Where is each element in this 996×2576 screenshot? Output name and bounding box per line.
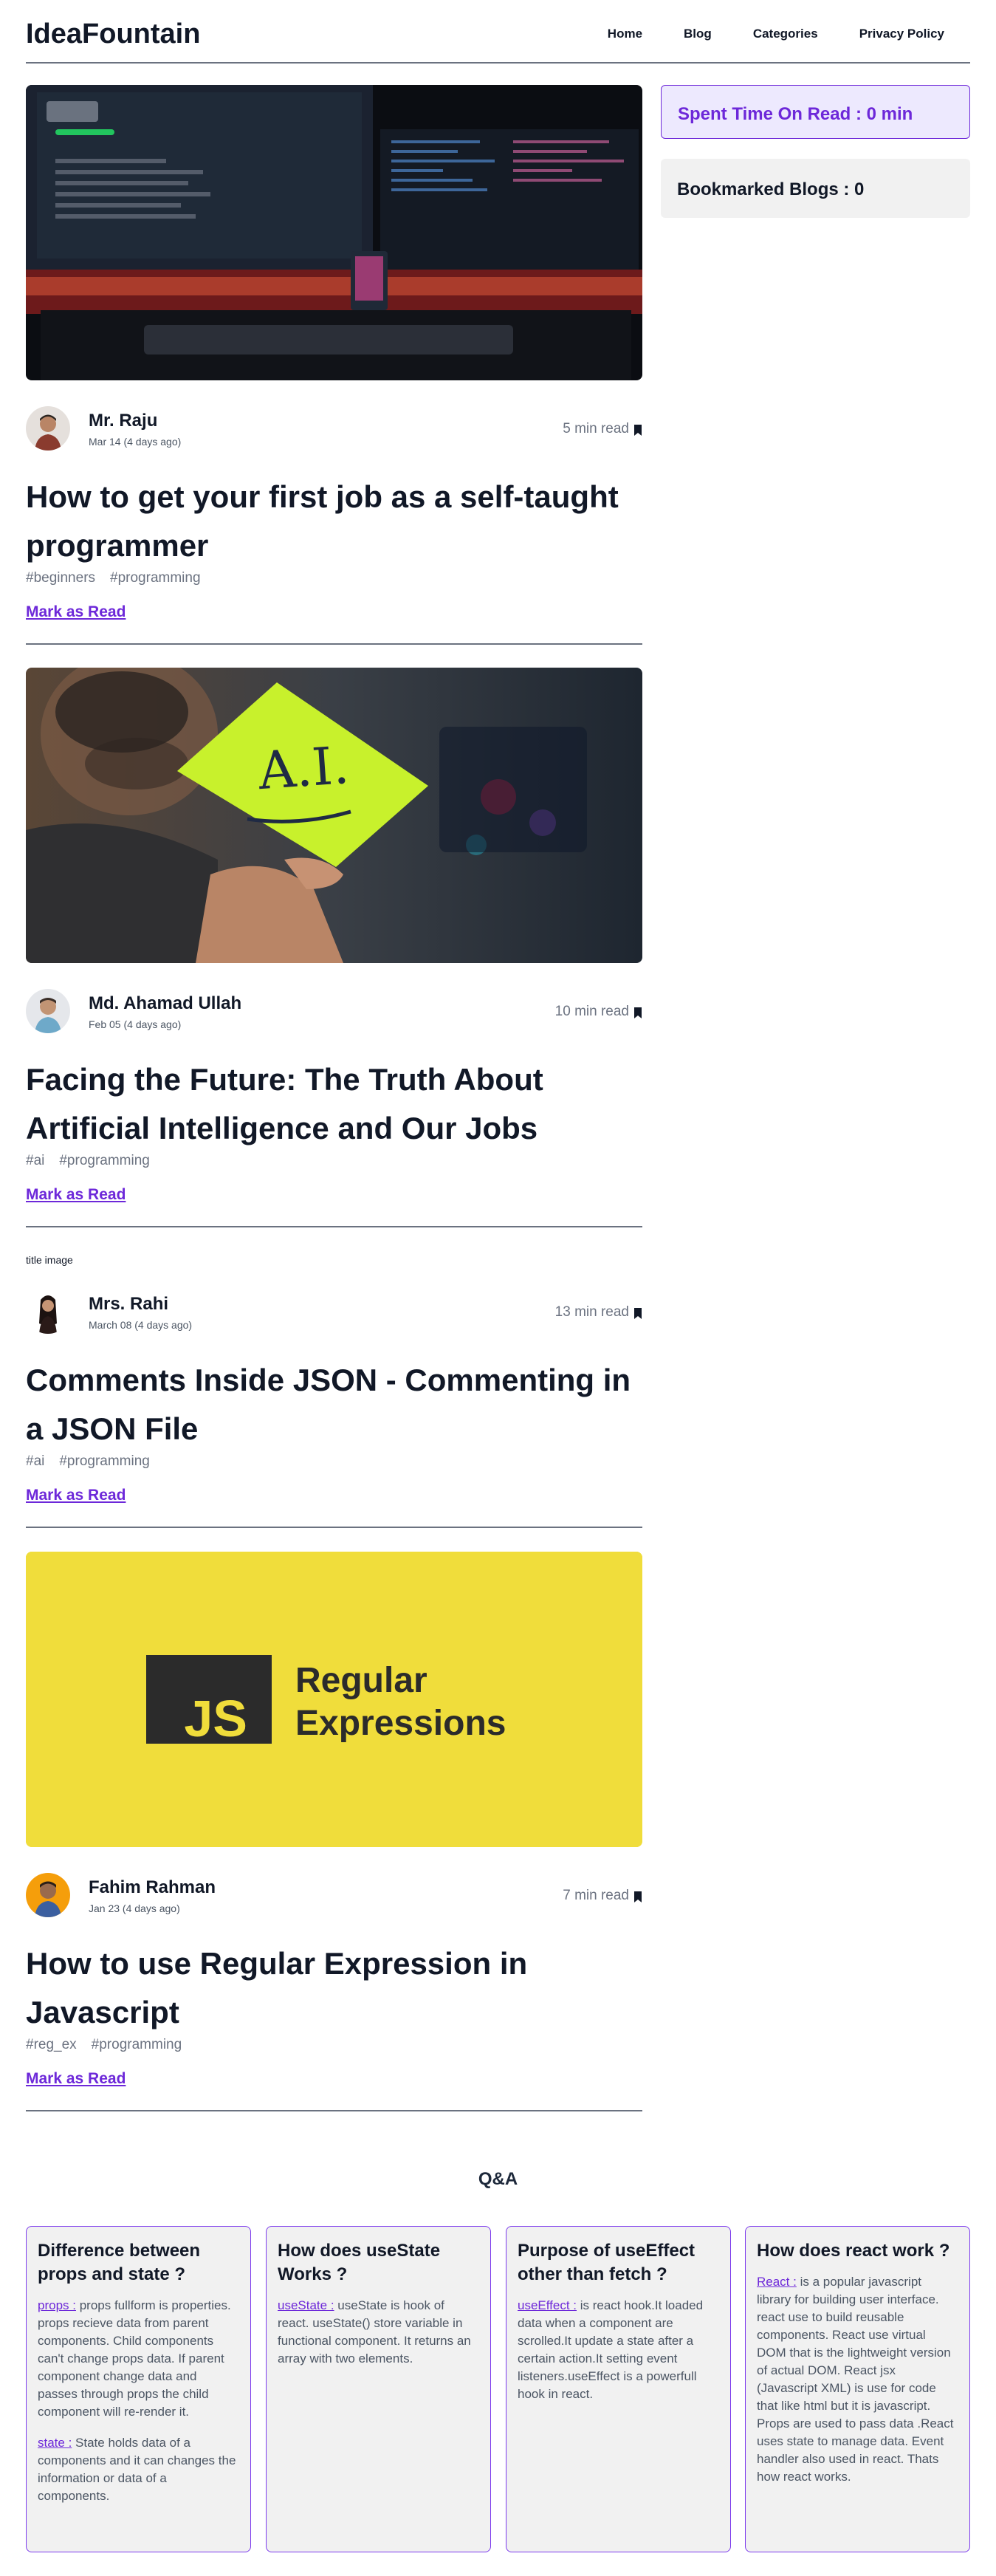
- blog-title[interactable]: How to get your first job as a self-taug…: [26, 473, 642, 570]
- blog-cover-image-alt: title image: [26, 1254, 73, 1266]
- cover-ai-text: A.I.: [255, 735, 351, 801]
- author-avatar: [26, 989, 70, 1033]
- tag[interactable]: #ai: [26, 1153, 44, 1169]
- nav-categories[interactable]: Categories: [753, 27, 818, 41]
- qa-card: How does useState Works ? useState : use…: [266, 2226, 491, 2552]
- qa-term-link[interactable]: useState :: [278, 2298, 334, 2312]
- divider: [26, 1527, 642, 1528]
- bookmark-icon[interactable]: [633, 1891, 642, 1902]
- blog-title[interactable]: How to use Regular Expression in Javascr…: [26, 1939, 642, 2037]
- cover-js-badge: JS: [184, 1690, 247, 1747]
- divider: [26, 643, 642, 645]
- publish-date: Feb 05 (4 days ago): [89, 1018, 182, 1030]
- tag[interactable]: #ai: [26, 1453, 44, 1470]
- site-logo[interactable]: IdeaFountain: [26, 18, 200, 50]
- qa-card: How does react work ? React : is a popul…: [745, 2226, 970, 2552]
- blog-cover-image: JS Regular Expressions: [26, 1552, 642, 1847]
- nav-home[interactable]: Home: [608, 27, 642, 41]
- publish-date: Jan 23 (4 days ago): [89, 1902, 180, 1914]
- qa-term-link[interactable]: useEffect :: [518, 2298, 577, 2312]
- qa-answer: props : props fullform is properties. pr…: [38, 2297, 239, 2421]
- tag[interactable]: #programming: [59, 1453, 150, 1470]
- tag-list: #ai #programming: [26, 1453, 150, 1470]
- mark-as-read-button[interactable]: Mark as Read: [26, 1487, 126, 1504]
- qa-card-title: How does react work ?: [757, 2241, 950, 2261]
- qa-term-link[interactable]: React :: [757, 2275, 797, 2289]
- publish-date: March 08 (4 days ago): [89, 1319, 193, 1331]
- read-time: 13 min read: [555, 1304, 642, 1320]
- cover-line-2: Expressions: [295, 1704, 506, 1743]
- author-name: Md. Ahamad Ullah: [89, 993, 242, 1013]
- qa-answer-text: is react hook.It loaded data when a comp…: [518, 2298, 704, 2401]
- author-avatar: [26, 1289, 70, 1334]
- blog-cover-image: A.I.: [26, 668, 642, 963]
- qa-answer: React : is a popular javascript library …: [757, 2273, 958, 2486]
- publish-date: Mar 14 (4 days ago): [89, 436, 182, 448]
- qa-answer-text: is a popular javascript library for buil…: [757, 2275, 954, 2484]
- divider: [26, 1226, 642, 1227]
- author-row: Md. Ahamad Ullah Feb 05 (4 days ago) 10 …: [26, 989, 642, 1033]
- main-nav: Home Blog Categories Privacy Policy: [566, 27, 944, 41]
- author-avatar: [26, 1873, 70, 1917]
- bookmark-icon[interactable]: [633, 1307, 642, 1319]
- tag[interactable]: #programming: [110, 570, 201, 586]
- read-time: 7 min read: [563, 1888, 642, 1904]
- author-row: Fahim Rahman Jan 23 (4 days ago) 7 min r…: [26, 1873, 642, 1917]
- bookmark-icon[interactable]: [633, 1007, 642, 1018]
- bookmarked-count-text: Bookmarked Blogs : 0: [677, 179, 865, 199]
- author-row: Mrs. Rahi March 08 (4 days ago) 13 min r…: [26, 1289, 642, 1334]
- bookmarked-panel: Bookmarked Blogs : 0: [661, 159, 970, 218]
- qa-term-link[interactable]: props :: [38, 2298, 76, 2312]
- tag-list: #ai #programming: [26, 1153, 150, 1169]
- mark-as-read-button[interactable]: Mark as Read: [26, 2070, 126, 2088]
- read-time: 5 min read: [563, 421, 642, 437]
- divider: [26, 2110, 642, 2111]
- read-time-text: 13 min read: [554, 1304, 629, 1320]
- bookmark-icon[interactable]: [633, 424, 642, 436]
- tag-list: #beginners #programming: [26, 570, 201, 586]
- qa-card-title: How does useState Works ?: [278, 2241, 441, 2284]
- blog-title[interactable]: Comments Inside JSON - Commenting in a J…: [26, 1356, 642, 1453]
- mark-as-read-button[interactable]: Mark as Read: [26, 603, 126, 621]
- author-name: Mrs. Rahi: [89, 1294, 169, 1314]
- spent-time-text: Spent Time On Read : 0 min: [678, 104, 913, 124]
- read-time-text: 10 min read: [554, 1004, 629, 1019]
- blog-cover-image: [26, 85, 642, 380]
- mark-as-read-button[interactable]: Mark as Read: [26, 1186, 126, 1204]
- qa-card: Purpose of useEffect other than fetch ? …: [506, 2226, 731, 2552]
- qa-term-link[interactable]: state :: [38, 2436, 72, 2450]
- tag[interactable]: #programming: [59, 1153, 150, 1169]
- tag[interactable]: #reg_ex: [26, 2037, 77, 2053]
- site-header: IdeaFountain Home Blog Categories Privac…: [26, 0, 970, 64]
- read-time-text: 5 min read: [563, 421, 629, 436]
- qa-heading: Q&A: [478, 2169, 518, 2189]
- tag[interactable]: #programming: [92, 2037, 182, 2053]
- blog-title[interactable]: Facing the Future: The Truth About Artif…: [26, 1055, 642, 1153]
- qa-answer: useEffect : is react hook.It loaded data…: [518, 2297, 719, 2403]
- qa-card-title: Purpose of useEffect other than fetch ?: [518, 2241, 696, 2284]
- author-name: Fahim Rahman: [89, 1877, 216, 1897]
- nav-privacy-policy[interactable]: Privacy Policy: [859, 27, 944, 41]
- qa-answer-text: props fullform is properties. props reci…: [38, 2298, 231, 2419]
- read-time-text: 7 min read: [563, 1888, 629, 1903]
- qa-answer: state : State holds data of a components…: [38, 2434, 239, 2505]
- qa-answer: useState : useState is hook of react. us…: [278, 2297, 479, 2368]
- author-avatar: [26, 406, 70, 451]
- author-row: Mr. Raju Mar 14 (4 days ago) 5 min read: [26, 406, 642, 451]
- read-time: 10 min read: [555, 1004, 642, 1020]
- spent-time-panel: Spent Time On Read : 0 min: [661, 85, 970, 139]
- nav-blog[interactable]: Blog: [684, 27, 712, 41]
- qa-card: Difference between props and state ? pro…: [26, 2226, 251, 2552]
- tag-list: #reg_ex #programming: [26, 2037, 182, 2053]
- qa-card-title: Difference between props and state ?: [38, 2241, 201, 2284]
- tag[interactable]: #beginners: [26, 570, 95, 586]
- cover-line-1: Regular: [295, 1661, 427, 1700]
- author-name: Mr. Raju: [89, 411, 158, 431]
